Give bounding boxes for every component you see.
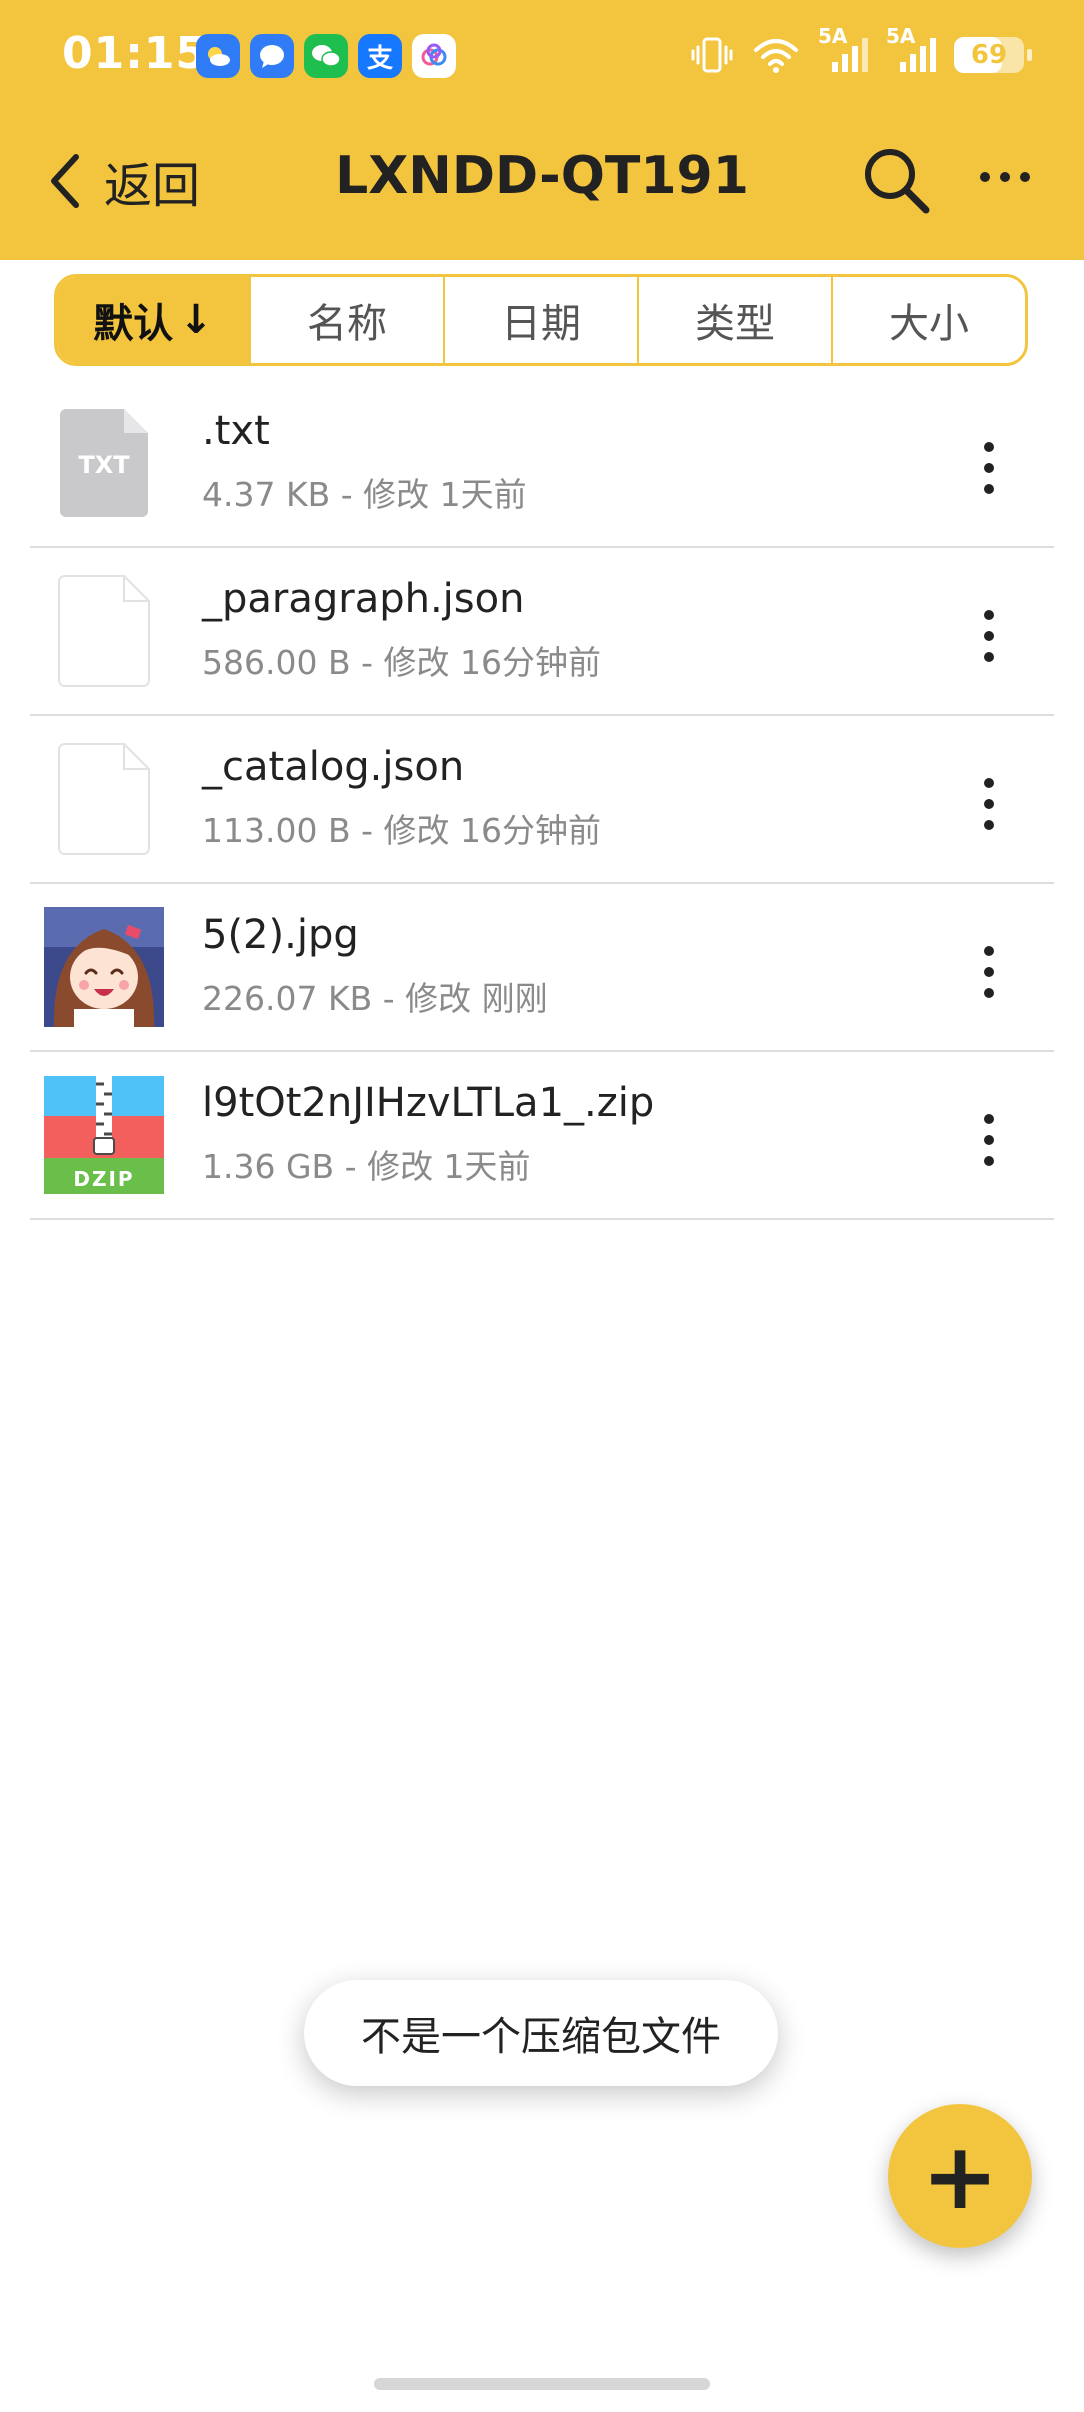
list-item[interactable]: DZIP l9tOt2nJIHzvLTLa1_.zip 1.36 GB - 修改… (30, 1052, 1054, 1220)
plus-icon: + (921, 2122, 999, 2230)
dot (980, 172, 990, 182)
file-list: TXT .txt 4.37 KB - 修改 1天前 _paragraph.jso… (30, 380, 1054, 1220)
zip-badge: DZIP (73, 1167, 134, 1191)
arrow-down-icon: ↓ (179, 297, 213, 343)
weather-icon (196, 34, 240, 78)
sort-tabs: 默认 ↓ 名称 日期 类型 大小 (54, 274, 1028, 366)
blank-file-icon (44, 571, 164, 691)
blank-file-icon (44, 739, 164, 859)
search-button[interactable] (860, 144, 934, 222)
item-more-button[interactable] (970, 1108, 1008, 1172)
file-name: _catalog.json (202, 744, 465, 790)
item-more-button[interactable] (970, 436, 1008, 500)
tab-sort-date[interactable]: 日期 (443, 277, 637, 363)
home-indicator[interactable] (374, 2378, 710, 2390)
status-app-icons: 支 (196, 34, 456, 78)
more-options-button[interactable] (980, 172, 1030, 182)
cloud-icon (412, 34, 456, 78)
toast-message: 不是一个压缩包文件 (304, 1980, 778, 2086)
image-thumbnail (44, 907, 164, 1027)
wechat-icon (304, 34, 348, 78)
messages-icon (250, 34, 294, 78)
file-name: l9tOt2nJIHzvLTLa1_.zip (202, 1080, 655, 1126)
list-item[interactable]: 5(2).jpg 226.07 KB - 修改 刚刚 (30, 884, 1054, 1052)
txt-badge: TXT (78, 451, 130, 479)
tab-sort-type[interactable]: 类型 (637, 277, 831, 363)
tab-sort-default[interactable]: 默认 ↓ (57, 277, 249, 363)
signal-2: 5A (886, 24, 936, 79)
alipay-icon: 支 (358, 34, 402, 78)
item-more-button[interactable] (970, 772, 1008, 836)
dot (1000, 172, 1010, 182)
txt-file-icon: TXT (44, 403, 164, 523)
status-indicators: 5A 5A 69 (690, 24, 1032, 79)
file-meta: 586.00 B - 修改 16分钟前 (202, 643, 601, 682)
tab-sort-name[interactable]: 名称 (249, 277, 443, 363)
file-meta: 113.00 B - 修改 16分钟前 (202, 811, 601, 850)
back-button[interactable]: 返回 (46, 146, 200, 216)
file-name: .txt (202, 408, 270, 454)
list-item[interactable]: _paragraph.json 586.00 B - 修改 16分钟前 (30, 548, 1054, 716)
search-icon (865, 149, 930, 214)
battery-indicator: 69 (954, 36, 1032, 73)
list-item[interactable]: TXT .txt 4.37 KB - 修改 1天前 (30, 380, 1054, 548)
status-time: 01:15 (62, 28, 208, 79)
dot (1020, 172, 1030, 182)
wifi-icon (754, 38, 798, 73)
file-name: 5(2).jpg (202, 912, 359, 958)
file-meta: 1.36 GB - 修改 1天前 (202, 1147, 531, 1186)
add-button[interactable]: + (888, 2104, 1032, 2248)
file-name: _paragraph.json (202, 576, 525, 622)
vibrate-icon (691, 37, 733, 72)
item-more-button[interactable] (970, 940, 1008, 1004)
zip-file-icon: DZIP (44, 1075, 164, 1195)
file-meta: 226.07 KB - 修改 刚刚 (202, 979, 548, 1018)
chevron-left-icon (51, 154, 79, 208)
file-meta: 4.37 KB - 修改 1天前 (202, 475, 527, 514)
signal-1: 5A (818, 24, 868, 79)
tab-sort-size[interactable]: 大小 (831, 277, 1025, 363)
app-header: 01:15 支 5A 5A 69 返回 LXNDD-QT191 (0, 0, 1084, 260)
item-more-button[interactable] (970, 604, 1008, 668)
battery-level: 69 (970, 39, 1008, 70)
list-item[interactable]: _catalog.json 113.00 B - 修改 16分钟前 (30, 716, 1054, 884)
back-label: 返回 (104, 158, 201, 214)
